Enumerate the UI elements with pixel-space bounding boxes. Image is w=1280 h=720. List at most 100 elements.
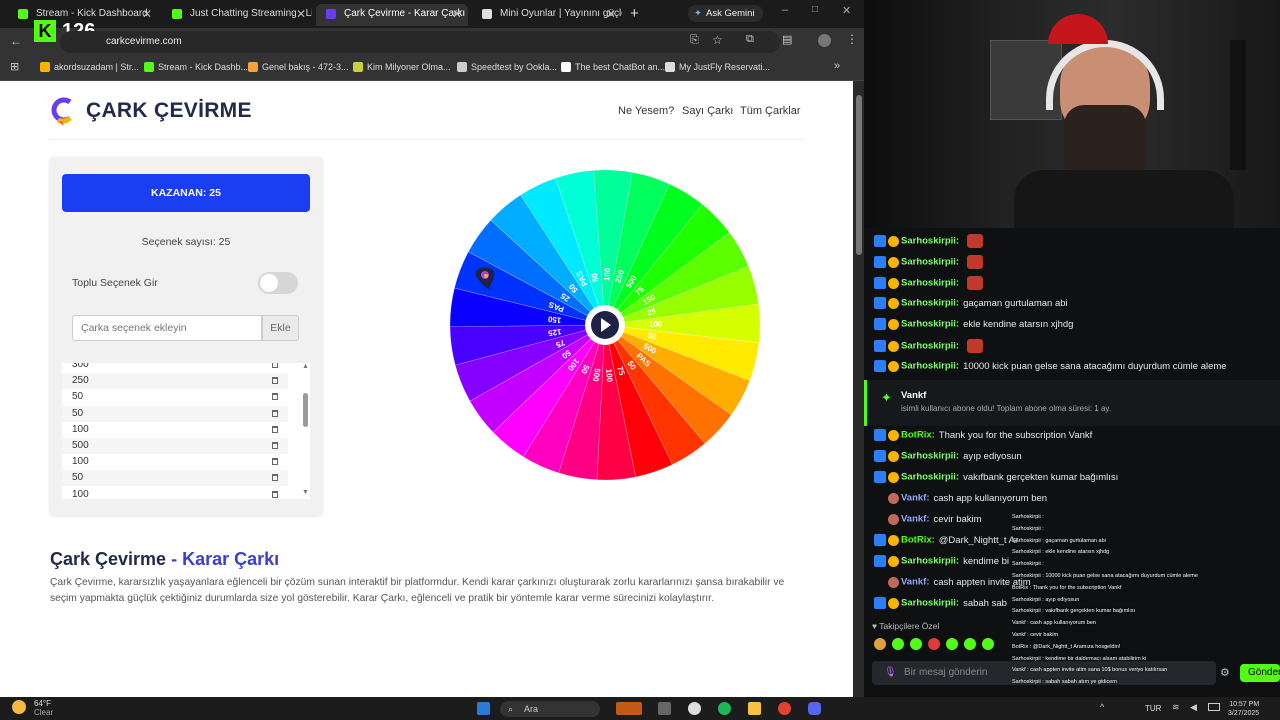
chat-username[interactable]: Sarhoskirpii: — [901, 257, 959, 268]
app-icon[interactable] — [616, 702, 642, 715]
new-tab-button[interactable]: + — [630, 5, 639, 22]
option-list-scrollbar[interactable]: ▲ ▼ — [301, 363, 310, 499]
emote-icon[interactable] — [892, 638, 904, 650]
nav-tum-carklar[interactable]: Tüm Çarklar — [740, 105, 801, 117]
url-field[interactable]: carkcevirme.com — [60, 31, 780, 53]
close-tab-icon[interactable]: ✕ — [296, 4, 306, 24]
option-value: 100 — [72, 488, 89, 499]
scroll-up-icon[interactable]: ▲ — [302, 363, 309, 370]
close-tab-icon[interactable]: ✕ — [606, 4, 616, 24]
bulk-entry-toggle[interactable] — [258, 272, 298, 294]
emote-icon[interactable] — [910, 638, 922, 650]
emote-icon[interactable] — [946, 638, 958, 650]
chat-username[interactable]: BotRix: — [901, 430, 935, 441]
bookmark-6[interactable]: My JustFly Reservati... — [665, 62, 770, 72]
bookmark-star-icon[interactable]: ☆ — [712, 33, 723, 47]
bookmark-2[interactable]: Genel bakış - 472-3... — [248, 62, 349, 72]
github-icon[interactable] — [688, 702, 701, 715]
bookmark-1[interactable]: Stream - Kick Dashb... — [144, 62, 248, 72]
file-explorer-icon[interactable] — [748, 702, 761, 715]
discord-icon[interactable] — [808, 702, 821, 715]
microphone — [1230, 40, 1246, 170]
chat-username[interactable]: Sarhoskirpii: — [901, 598, 959, 609]
nav-ne-yesem[interactable]: Ne Yesem? — [618, 105, 674, 117]
sidepanel-icon[interactable]: ▤ — [782, 33, 792, 46]
close-window-icon[interactable]: ✕ — [842, 4, 851, 17]
chat-username[interactable]: Sarhoskirpii: — [901, 278, 959, 289]
chat-username[interactable]: Sarhoskirpii: — [901, 341, 959, 352]
emote-icon[interactable] — [874, 638, 886, 650]
chat-username[interactable]: Vankf: — [901, 577, 930, 588]
emote-icon[interactable] — [964, 638, 976, 650]
microphone-icon[interactable]: 🎙 — [884, 661, 897, 685]
apps-icon[interactable]: ⊞ — [10, 60, 19, 73]
trash-icon[interactable] — [272, 377, 278, 385]
close-tab-icon[interactable]: ✕ — [452, 4, 462, 24]
minimize-icon[interactable]: – — [782, 4, 788, 16]
bookmark-4[interactable]: Speedtest by Ookla... — [457, 62, 557, 72]
chat-username[interactable]: Sarhoskirpii: — [901, 451, 959, 462]
trash-icon[interactable] — [272, 363, 278, 368]
maximize-icon[interactable]: □ — [812, 4, 818, 15]
wifi-icon[interactable]: ≋ — [1172, 702, 1180, 713]
trash-icon[interactable] — [272, 393, 278, 401]
decision-wheel[interactable]: PAS 50 100 250500751502510050500PAS50751005… — [448, 168, 762, 482]
close-tab-icon[interactable]: ✕ — [142, 4, 152, 24]
coin-badge-icon — [888, 450, 899, 462]
chat-username[interactable]: Sarhoskirpii: — [901, 361, 959, 372]
page-scroll-thumb[interactable] — [856, 95, 862, 255]
bookmark-3[interactable]: Kim Milyoner Olma... — [353, 62, 451, 72]
option-list[interactable]: 300 250 50 50 100 500 100 50 100 ▲ ▼ — [62, 363, 310, 499]
bookmark-5[interactable]: The best ChatBot an... — [561, 62, 665, 72]
overlay-line: Sarhoskirpii : — [1012, 514, 1044, 520]
chat-username[interactable]: Sarhoskirpii: — [901, 298, 959, 309]
weather-widget[interactable]: 64°F Clear — [34, 699, 53, 717]
bookmark-0[interactable]: akordsuzadam | Str... — [40, 62, 139, 72]
tab-3[interactable]: Mini Oyunlar | Yayınını güçlendir✕ — [472, 4, 622, 26]
nav-sayi-carki[interactable]: Sayı Çarkı — [682, 105, 733, 117]
emote-icon[interactable] — [928, 638, 940, 650]
trash-icon[interactable] — [272, 425, 278, 433]
trash-icon[interactable] — [272, 490, 278, 498]
trash-icon[interactable] — [272, 458, 278, 466]
trash-icon[interactable] — [272, 474, 278, 482]
start-button-icon[interactable] — [477, 702, 490, 715]
chat-username[interactable]: Sarhoskirpii: — [901, 319, 959, 330]
profile-avatar[interactable] — [818, 34, 831, 47]
task-view-icon[interactable] — [658, 702, 671, 715]
trash-icon[interactable] — [272, 409, 278, 417]
tab-1[interactable]: Just Chatting Streaming - Live ✕ — [162, 4, 312, 26]
volume-icon[interactable]: ◀ — [1190, 702, 1197, 713]
menu-icon[interactable]: ⋮ — [846, 32, 858, 46]
taskbar-search[interactable]: ⌕ Ara — [500, 701, 600, 717]
chat-username[interactable]: Sarhoskirpii: — [901, 236, 959, 247]
scroll-down-icon[interactable]: ▼ — [302, 489, 309, 496]
chat-username[interactable]: Sarhoskirpii: — [901, 472, 959, 483]
emote-icon[interactable] — [982, 638, 994, 650]
input-language[interactable]: TUR — [1145, 704, 1161, 713]
tab-2[interactable]: Çark Çevirme - Karar Çarkı ✕ — [316, 4, 468, 26]
coin-badge-icon — [888, 297, 899, 309]
install-icon[interactable]: ⎘ — [690, 34, 699, 47]
back-icon[interactable]: ← — [10, 34, 22, 48]
chat-username[interactable]: BotRix: — [901, 535, 935, 546]
ask-gemini-button[interactable]: ✦ Ask Gemini — [688, 5, 763, 22]
chat-username[interactable]: Sarhoskirpii: — [901, 556, 959, 567]
chat-username[interactable]: Vankf: — [901, 493, 930, 504]
spotify-icon[interactable] — [718, 702, 731, 715]
weather-temp: 64°F — [34, 699, 51, 708]
coin-badge-icon — [888, 318, 899, 330]
option-value: 50 — [72, 472, 84, 484]
trash-icon[interactable] — [272, 442, 278, 449]
tray-chevron-icon[interactable]: ^ — [1100, 702, 1104, 712]
more-bookmarks-icon[interactable]: » — [834, 60, 840, 72]
site-brand[interactable]: ÇARK ÇEVİRME — [86, 99, 252, 123]
battery-icon[interactable] — [1208, 703, 1220, 711]
add-option-input[interactable] — [72, 315, 262, 341]
extensions-icon[interactable]: ⧉ — [746, 33, 754, 46]
add-option-button[interactable]: Ekle — [262, 315, 299, 341]
chrome-icon[interactable] — [778, 702, 791, 715]
chat-username[interactable]: Vankf: — [901, 514, 930, 525]
scroll-thumb[interactable] — [303, 393, 308, 427]
clock[interactable]: 10:57 PM 3/27/2025 — [1228, 700, 1259, 718]
